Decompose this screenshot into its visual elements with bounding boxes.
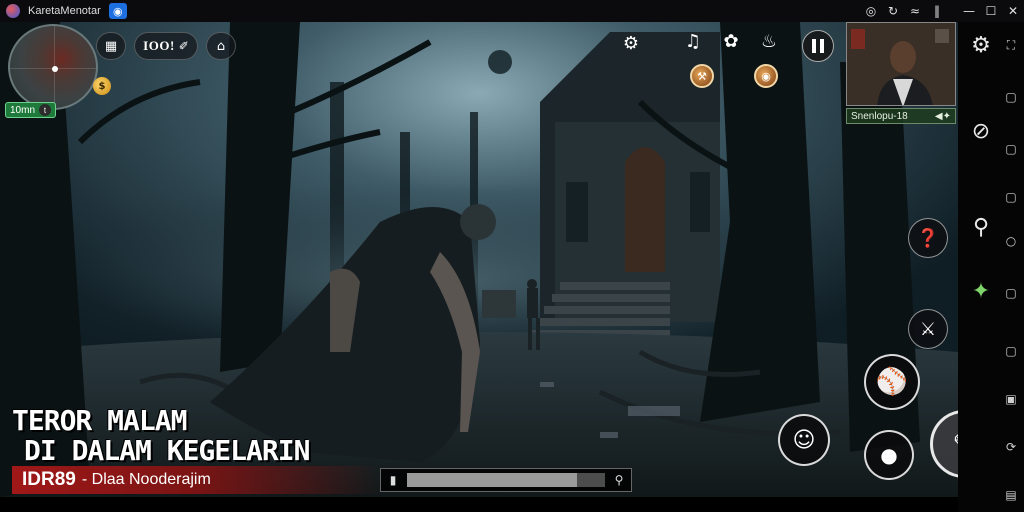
- eraser-icon[interactable]: ⊘: [966, 116, 996, 146]
- knife-button[interactable]: ⚔: [908, 309, 948, 349]
- shield-icon[interactable]: ◉: [108, 3, 127, 19]
- inventory-button[interactable]: ▦: [96, 32, 126, 60]
- progress-track: [407, 473, 605, 487]
- coin-icon[interactable]: $: [93, 77, 111, 95]
- camera-label: Snenlopu-18: [851, 110, 908, 122]
- progress-fill: [407, 473, 578, 487]
- square-icon[interactable]: ▢: [1002, 88, 1020, 106]
- mission-code: IDR89: [22, 469, 76, 490]
- knife-icon: ⚔: [919, 318, 937, 340]
- square-icon[interactable]: ▢: [1002, 140, 1020, 158]
- feather-icon: ✐: [178, 39, 189, 53]
- face-button[interactable]: ☺: [778, 414, 830, 466]
- window-title: KaretaMenotar: [28, 5, 101, 17]
- gear-icon[interactable]: ⚙: [618, 30, 644, 56]
- boots-icon[interactable]: ♫: [680, 28, 706, 54]
- settings-gear-icon[interactable]: ⚙: [966, 30, 996, 60]
- emulator-sidebar: ⚙ ⊘ ⚲ ✦ ⛶ ▢ ▢ ▢ ○ ▢ ▢ ▣ ⟳ ▤: [958, 22, 1024, 512]
- score-pill[interactable]: IOO! ✐: [134, 32, 198, 60]
- crouch-icon: ●: [880, 443, 898, 467]
- bottom-bar: [0, 497, 958, 512]
- claw-icon[interactable]: ⚒: [690, 64, 714, 88]
- mission-subtitle: - Dlaa Nooderajim: [81, 471, 211, 488]
- level-tier: t: [39, 104, 52, 116]
- bag-icon[interactable]: ◉: [754, 64, 778, 88]
- progress-bar[interactable]: ▮ ⚲: [380, 468, 632, 492]
- game-viewport[interactable]: $ 10mn t ▦ IOO! ✐ ⌂ ⚙ ♫ ✿ ♨ ⚒ ◉ Snenlopu…: [0, 22, 958, 497]
- player-marker: [52, 66, 58, 72]
- expand-icon[interactable]: ⛶: [1002, 36, 1020, 54]
- camera-label-bar: Snenlopu-18 ◀✦: [846, 108, 956, 124]
- camera-portrait: [847, 23, 955, 105]
- wand-icon[interactable]: ✦: [966, 276, 996, 306]
- game-title-line2: DI DALAM KEGELARIN: [24, 434, 310, 467]
- face-icon: ☺: [792, 427, 816, 453]
- app-logo-icon: [6, 4, 20, 18]
- syringe-button[interactable]: ❓: [908, 218, 948, 258]
- level-badge: 10mn t: [5, 102, 57, 118]
- pause-button[interactable]: [802, 30, 834, 62]
- square-icon[interactable]: ▢: [1002, 342, 1020, 360]
- level-label: 10mn: [10, 104, 36, 116]
- wifi-icon[interactable]: ≈: [904, 0, 926, 22]
- ball-icon: ⚾: [875, 367, 909, 397]
- score-text: IOO!: [143, 38, 175, 53]
- window-titlebar: KaretaMenotar ◉ ◎ ↻ ≈ ‖ — ☐ ✕: [0, 0, 1024, 22]
- camera-feed[interactable]: [846, 22, 956, 106]
- square-icon[interactable]: ▢: [1002, 188, 1020, 206]
- window-controls: ◎ ↻ ≈ ‖ — ☐ ✕: [860, 0, 1024, 22]
- minimize-icon[interactable]: —: [958, 0, 980, 22]
- flower-icon[interactable]: ✿: [718, 28, 744, 54]
- inventory-icon: ▦: [104, 38, 118, 54]
- close-icon[interactable]: ✕: [1002, 0, 1024, 22]
- search-icon[interactable]: ⚲: [613, 473, 625, 487]
- lock-icon: ▮: [389, 473, 397, 487]
- square-icon[interactable]: ▢: [1002, 284, 1020, 302]
- syringe-icon: ❓: [916, 227, 940, 249]
- ball-button[interactable]: ⚾: [864, 354, 920, 410]
- bars-icon[interactable]: ‖: [926, 0, 948, 22]
- rotate-icon[interactable]: ⟳: [1002, 438, 1020, 456]
- crouch-button[interactable]: ●: [864, 430, 914, 480]
- refresh-icon[interactable]: ↻: [882, 0, 904, 22]
- camera-label-suffix: ◀✦: [934, 110, 951, 122]
- game-title-line1: TEROR MALAM: [12, 404, 187, 437]
- minimap[interactable]: [8, 24, 98, 110]
- home-button[interactable]: ⌂: [206, 32, 236, 60]
- mission-info-strip: IDR89 - Dlaa Nooderajim: [12, 466, 382, 494]
- circle-icon[interactable]: ○: [1002, 232, 1020, 250]
- maximize-icon[interactable]: ☐: [980, 0, 1002, 22]
- game-title: TEROR MALAM DI DALAM KEGELARIN: [12, 404, 310, 467]
- house-icon: ⌂: [216, 38, 226, 54]
- signal-icon[interactable]: ◎: [860, 0, 882, 22]
- screen-icon[interactable]: ▣: [1002, 390, 1020, 408]
- chicken-icon[interactable]: ♨: [756, 28, 782, 54]
- menu-icon[interactable]: ▤: [1002, 486, 1020, 504]
- magnify-icon[interactable]: ⚲: [966, 212, 996, 242]
